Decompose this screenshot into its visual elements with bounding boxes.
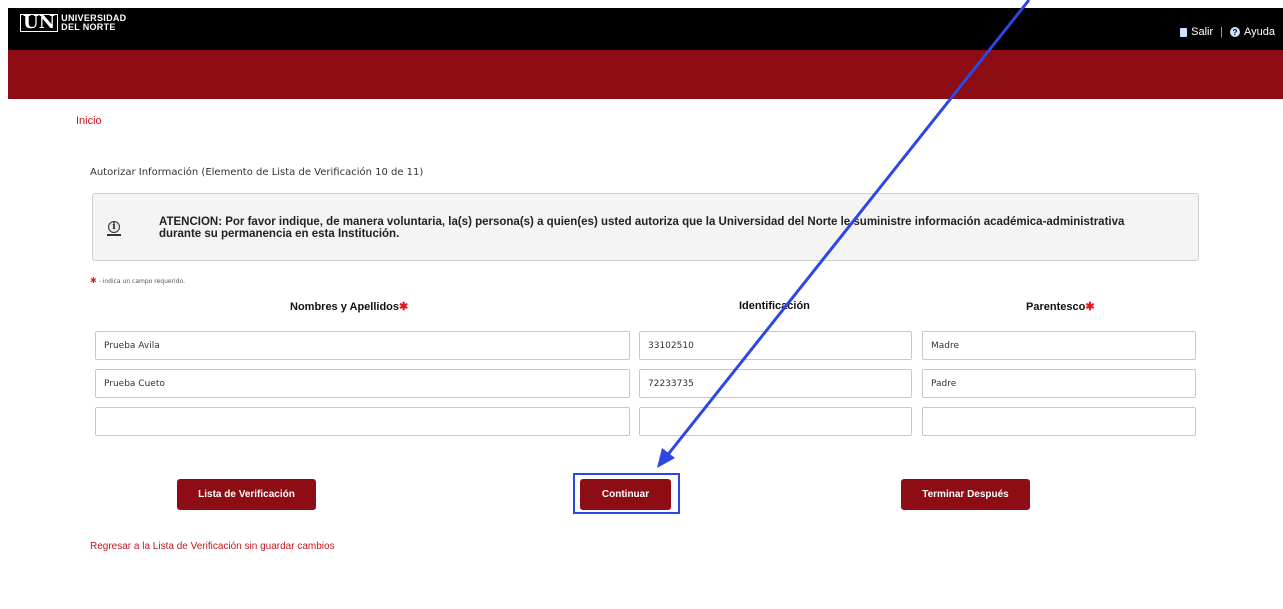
terminar-despues-button[interactable]: Terminar Después: [901, 479, 1030, 510]
top-links-separator: |: [1220, 26, 1223, 38]
nombre-field-2[interactable]: Prueba Cueto: [95, 369, 630, 398]
identificacion-field-2[interactable]: 72233735: [639, 369, 912, 398]
brand-banner: [8, 50, 1283, 99]
top-bar: UN UNIVERSIDAD DEL NORTE Salir | ? Ayuda: [8, 8, 1283, 50]
annotation-arrow-head: [657, 448, 675, 468]
parentesco-field-2[interactable]: Padre: [922, 369, 1196, 398]
column-header-nombres: Nombres y Apellidos✱: [290, 300, 408, 313]
notice-text: ATENCION: Por favor indique, de manera v…: [159, 216, 1125, 240]
ayuda-link[interactable]: Ayuda: [1244, 26, 1275, 38]
required-star-icon: ✱: [1085, 301, 1095, 313]
required-note-text: - indica un campo requerido.: [96, 278, 185, 285]
column-header-parentesco-label: Parentesco: [1026, 301, 1086, 313]
required-star-icon: ✱: [399, 301, 409, 313]
column-header-nombres-label: Nombres y Apellidos: [290, 301, 400, 313]
help-icon: ?: [1230, 27, 1240, 37]
identificacion-field-1[interactable]: 33102510: [639, 331, 912, 360]
attention-notice: i ATENCION: Por favor indique, de manera…: [92, 193, 1199, 261]
parentesco-field-1[interactable]: Madre: [922, 331, 1196, 360]
top-links: Salir | ? Ayuda: [1180, 26, 1275, 38]
university-logo[interactable]: UN UNIVERSIDAD DEL NORTE: [20, 14, 126, 32]
logo-line-2: DEL NORTE: [61, 22, 116, 32]
required-field-note: ✱ - indica un campo requerido.: [90, 276, 185, 285]
logo-text: UNIVERSIDAD DEL NORTE: [61, 14, 126, 32]
breadcrumb-inicio[interactable]: Inicio: [76, 115, 102, 127]
nombre-field-3[interactable]: [95, 407, 630, 436]
logo-mark: UN: [20, 14, 59, 32]
column-header-identificacion-label: Identificación: [739, 300, 810, 312]
required-star-icon: ✱: [90, 276, 97, 285]
salir-link[interactable]: Salir: [1191, 26, 1213, 38]
info-icon: i: [107, 221, 121, 236]
back-to-checklist-link[interactable]: Regresar a la Lista de Verificación sin …: [90, 541, 335, 552]
identificacion-field-3[interactable]: [639, 407, 912, 436]
parentesco-field-3[interactable]: [922, 407, 1196, 436]
lista-verificacion-button[interactable]: Lista de Verificación: [177, 479, 316, 510]
annotation-highlight-box: [573, 473, 680, 514]
column-header-parentesco: Parentesco✱: [1026, 300, 1095, 313]
nombre-field-1[interactable]: Prueba Avila: [95, 331, 630, 360]
exit-icon: [1180, 27, 1188, 37]
page-title: Autorizar Información (Elemento de Lista…: [90, 167, 424, 178]
column-header-identificacion: Identificación: [739, 300, 810, 312]
